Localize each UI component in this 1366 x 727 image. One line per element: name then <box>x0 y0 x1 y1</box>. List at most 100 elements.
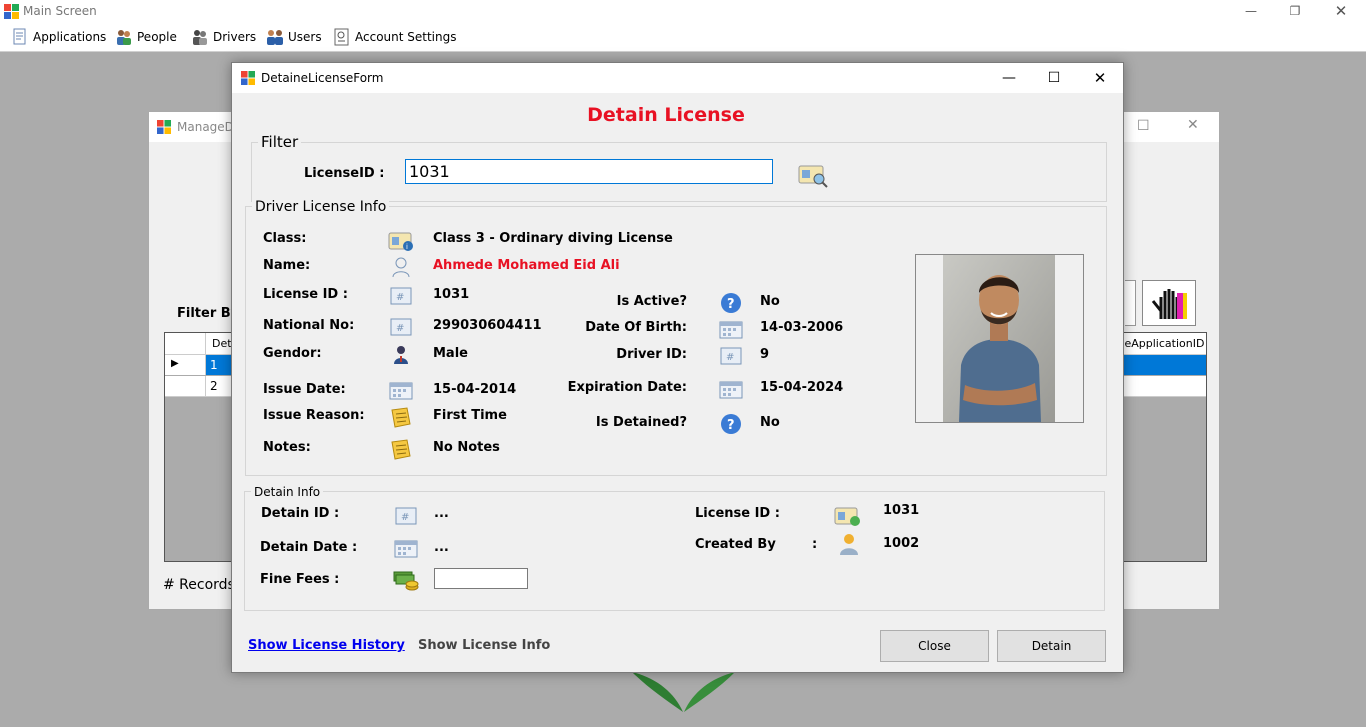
dialog-minimize-button[interactable]: — <box>986 63 1032 93</box>
svg-text:?: ? <box>727 297 735 312</box>
detain-id-label: Detain ID : <box>261 506 340 521</box>
show-license-history-link[interactable]: Show License History <box>248 638 405 653</box>
dialog-close-button[interactable]: ✕ <box>1077 63 1123 93</box>
svg-text:?: ? <box>727 418 735 433</box>
svg-text:i: i <box>406 243 408 251</box>
drivers-icon <box>193 30 207 45</box>
main-close-button[interactable]: ✕ <box>1326 0 1356 23</box>
national-number-icon: # <box>390 318 412 336</box>
driver-photo <box>943 255 1055 422</box>
license-id-filter-label: LicenseID : <box>304 166 385 181</box>
svg-text:#: # <box>726 352 734 363</box>
gendor-value: Male <box>433 346 468 361</box>
grid-row-header-cell <box>165 333 206 354</box>
issue-date-value: 15-04-2014 <box>433 382 517 397</box>
notes-label: Notes: <box>263 440 311 455</box>
id-number-icon: # <box>720 347 742 365</box>
driver-license-info-group: Driver License Info Class: i Class 3 - O… <box>245 199 1107 476</box>
detain-info-title: Detain Info <box>251 485 324 499</box>
menu-drivers[interactable]: Drivers <box>191 27 257 47</box>
filter-group-title: Filter <box>258 133 302 151</box>
name-value: Ahmede Mohamed Eid Ali <box>433 258 620 273</box>
class-value: Class 3 - Ordinary diving License <box>433 231 673 246</box>
license-id-label: License ID : <box>263 287 348 302</box>
account-settings-icon <box>334 28 349 46</box>
users-icon <box>267 30 283 45</box>
dialog-maximize-button[interactable]: ☐ <box>1031 63 1077 93</box>
calendar-icon <box>719 381 743 399</box>
detain-license-dialog: DetaineLicenseForm — ☐ ✕ Detain License … <box>231 62 1124 673</box>
question-icon: ? <box>721 414 741 434</box>
calendar-icon <box>389 382 413 400</box>
name-label: Name: <box>263 258 311 273</box>
date-of-birth-value: 14-03-2006 <box>760 320 844 335</box>
manage-window-app-icon <box>157 120 171 134</box>
detain-button[interactable]: Detain <box>997 630 1106 662</box>
question-icon: ? <box>721 293 741 313</box>
driver-id-label: Driver ID: <box>616 347 687 362</box>
date-of-birth-label: Date Of Birth: <box>585 320 687 335</box>
national-no-label: National No: <box>263 318 355 333</box>
expiration-date-value: 15-04-2024 <box>760 380 844 395</box>
menu-people[interactable]: People <box>115 27 179 47</box>
national-no-value: 299030604411 <box>433 318 542 333</box>
created-by-label: Created By <box>695 537 776 552</box>
app-icon <box>4 4 19 19</box>
menu-applications[interactable]: Applications <box>11 27 107 47</box>
money-icon <box>393 571 419 591</box>
page-title: Detain License <box>587 104 745 126</box>
svg-text:#: # <box>396 323 404 334</box>
manage-window-close-button[interactable]: ✕ <box>1187 117 1199 133</box>
grid-cell-id: 1 <box>210 358 218 372</box>
calendar-icon <box>719 321 743 339</box>
detain-info-group: Detain Info Detain ID : # ... Detain Dat… <box>244 485 1105 611</box>
driver-id-value: 9 <box>760 347 770 362</box>
release-hand-icon <box>1151 289 1187 319</box>
dialog-title: DetaineLicenseForm <box>261 71 384 85</box>
manage-window-maximize-button[interactable]: ☐ <box>1137 118 1150 134</box>
gendor-label: Gendor: <box>263 346 322 361</box>
filter-by-label: Filter By <box>177 306 240 321</box>
detain-date-label: Detain Date : <box>260 540 358 555</box>
row-selector-cell[interactable] <box>165 376 206 396</box>
user-icon <box>840 534 858 555</box>
main-restore-button[interactable]: ❐ <box>1280 0 1310 23</box>
find-license-icon[interactable] <box>798 162 828 188</box>
menu-account-settings-label: Account Settings <box>355 30 457 44</box>
detain-license-id-value: 1031 <box>883 503 920 518</box>
issue-date-label: Issue Date: <box>263 382 346 397</box>
class-label: Class: <box>263 231 307 246</box>
filter-group: Filter LicenseID : <box>251 133 1107 202</box>
issue-reason-label: Issue Reason: <box>263 408 365 423</box>
menu-account-settings[interactable]: Account Settings <box>333 27 457 47</box>
menu-users[interactable]: Users <box>266 27 322 47</box>
release-license-button[interactable] <box>1142 280 1196 326</box>
calendar-icon <box>394 540 418 558</box>
show-license-info-link[interactable]: Show License Info <box>418 638 550 653</box>
main-titlebar: Main Screen — ❐ ✕ <box>0 0 1366 23</box>
close-button[interactable]: Close <box>880 630 989 662</box>
background-logo-leaves-icon <box>632 672 735 712</box>
main-minimize-button[interactable]: — <box>1236 0 1266 23</box>
notes-icon <box>391 407 411 428</box>
license-id-value: 1031 <box>433 287 470 302</box>
main-window-title: Main Screen <box>23 4 97 18</box>
expiration-date-label: Expiration Date: <box>567 380 687 395</box>
add-detain-button-partial[interactable] <box>1125 280 1136 326</box>
menu-drivers-label: Drivers <box>213 30 257 44</box>
is-active-label: Is Active? <box>616 294 687 309</box>
driver-photo-frame <box>915 254 1084 423</box>
notes-icon <box>391 439 411 460</box>
detain-license-id-label: License ID : <box>695 506 780 521</box>
created-by-colon: : <box>812 537 818 552</box>
main-menubar: Applications People Drivers Users Accoun… <box>0 23 1366 52</box>
menu-applications-label: Applications <box>33 30 107 44</box>
is-detained-label: Is Detained? <box>595 415 687 430</box>
created-by-value: 1002 <box>883 536 920 551</box>
row-selector-cell[interactable]: ▶ <box>165 355 206 375</box>
records-label: # Records <box>163 577 235 593</box>
notes-value: No Notes <box>433 440 500 455</box>
fine-fees-input[interactable] <box>434 568 528 589</box>
license-id-input[interactable] <box>405 159 773 184</box>
dialog-titlebar: DetaineLicenseForm — ☐ ✕ <box>232 63 1123 93</box>
